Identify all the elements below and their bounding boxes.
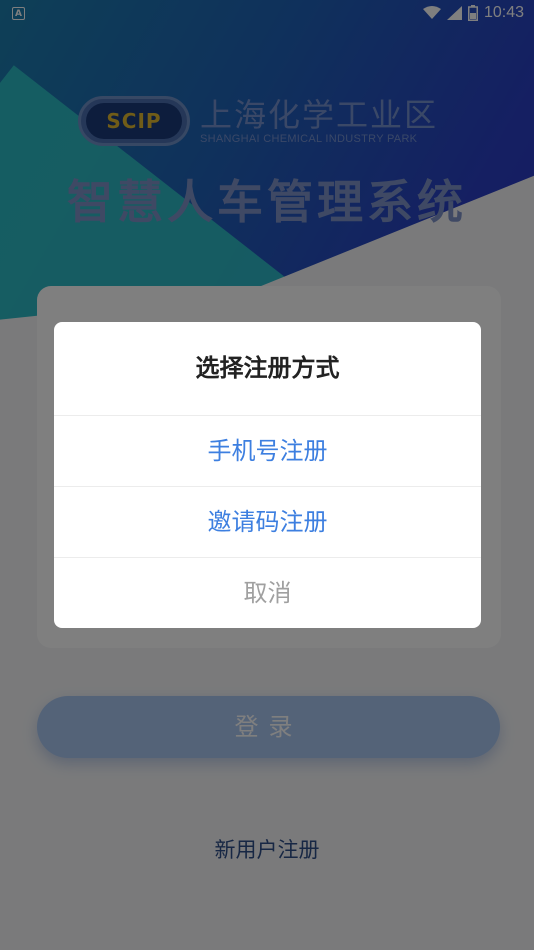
phone-register-option[interactable]: 手机号注册 — [54, 416, 481, 487]
app-screen: A 10:43 SCIP 上海化学工业区 SHANGHAI CHEMICAL I… — [0, 0, 534, 950]
invite-code-register-option[interactable]: 邀请码注册 — [54, 487, 481, 558]
dialog-title: 选择注册方式 — [54, 322, 481, 416]
cancel-button[interactable]: 取消 — [54, 558, 481, 628]
register-method-dialog: 选择注册方式 手机号注册 邀请码注册 取消 — [54, 322, 481, 628]
